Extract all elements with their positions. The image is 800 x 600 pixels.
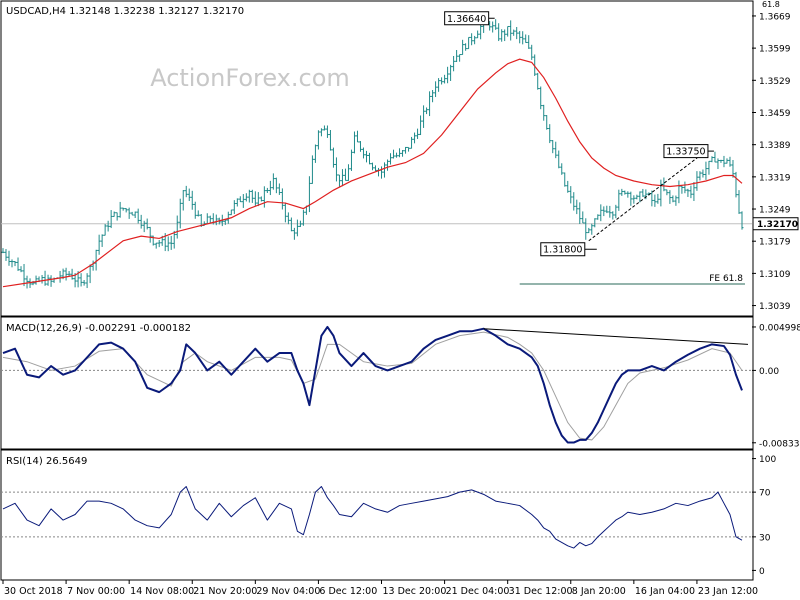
price-y-tick-label: 1.3459 [759,109,791,119]
swing-annotation-label: 1.31800 [543,245,582,256]
time-tick-label: 6 Dec 12:00 [319,586,377,597]
rsi-panel-title: RSI(14) 26.5649 [6,456,87,467]
price-panel-title: USDCAD,H4 1.32148 1.32238 1.32127 1.3217… [6,6,244,17]
chart-background [0,0,800,600]
swing-annotation-label: 1.36640 [447,14,486,25]
time-tick-label: 14 Nov 08:00 [130,586,194,597]
price-y-tick-label: 1.3039 [759,302,791,312]
time-tick-label: 29 Nov 04:00 [256,586,320,597]
time-tick-label: 23 Jan 12:00 [698,586,758,597]
time-tick-label: 30 Oct 2018 [4,586,63,597]
corner-label: 61.8 [762,0,780,9]
swing-annotation: 1.33750 [663,144,714,159]
price-y-tick-label: 1.3179 [759,238,791,248]
macd-panel-title: MACD(12,26,9) -0.002291 -0.000182 [6,323,191,334]
time-tick-label: 16 Jan 04:00 [635,586,695,597]
time-tick-label: 31 Dec 12:00 [509,586,573,597]
price-y-tick-label: 1.3109 [759,270,791,280]
fe-618-label: FE 61.8 [709,274,743,284]
time-tick-label: 7 Nov 00:00 [67,586,125,597]
price-y-tick-label: 1.3599 [759,45,791,55]
price-y-tick-label: 1.3529 [759,77,791,87]
swing-annotation-label: 1.33750 [666,147,705,158]
price-y-tick-label: 1.3389 [759,141,791,151]
price-y-tick-label: 1.3319 [759,173,791,183]
rsi-y-tick-label: 0 [759,567,765,577]
macd-y-tick-label: -0.00833 [759,439,799,449]
swing-annotation: 1.36640 [444,11,495,26]
current-price-label: 1.32170 [757,220,798,230]
rsi-y-tick-label: 30 [759,533,771,543]
time-tick-label: 21 Nov 20:00 [193,586,257,597]
watermark-text: ActionForex.com [150,64,350,92]
time-tick-label: 8 Jan 20:00 [572,586,626,597]
macd-y-tick-label: 0.004998 [759,323,800,333]
rsi-y-tick-label: 100 [759,455,776,465]
time-tick-label: 21 Dec 04:00 [446,586,510,597]
usdcad-h4-chart: ActionForex.com USDCAD,H4 1.32148 1.3223… [0,0,800,600]
price-y-tick-label: 1.3669 [759,12,791,22]
rsi-y-tick-label: 70 [759,489,771,499]
price-y-tick-label: 1.3249 [759,206,791,216]
time-tick-label: 13 Dec 20:00 [383,586,447,597]
macd-y-tick-label: 0.00 [759,367,779,377]
